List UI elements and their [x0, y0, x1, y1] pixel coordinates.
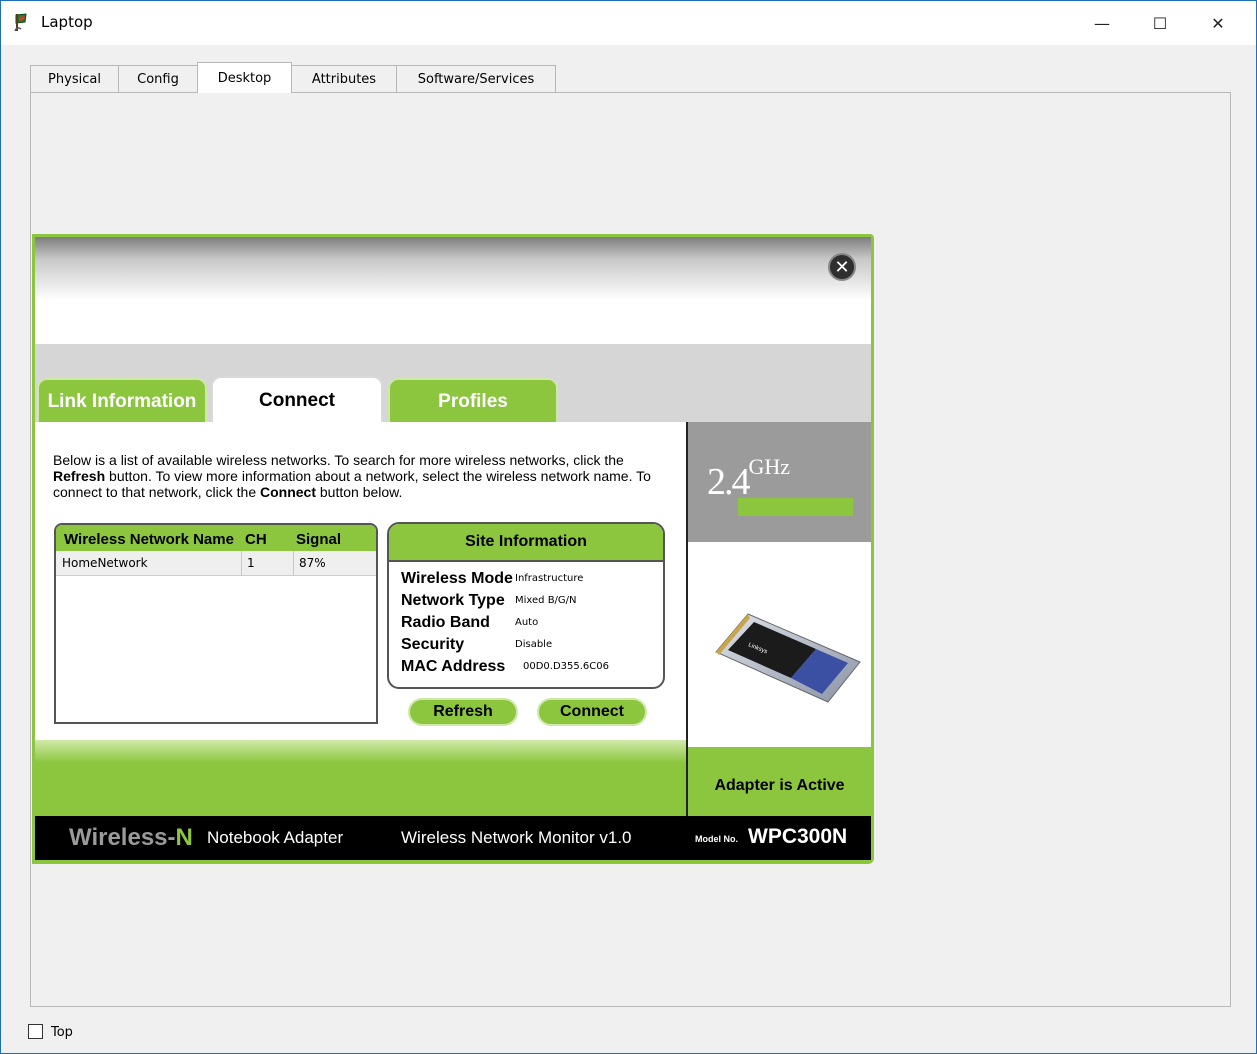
product-name: Notebook Adapter — [207, 828, 344, 847]
window-title: Laptop — [41, 13, 93, 31]
band-label: 2.4GHz — [707, 454, 791, 503]
network-type-row: Network Type Mixed B/G/N — [401, 592, 577, 609]
top-checkbox-label: Top — [51, 1025, 73, 1040]
maximize-button[interactable]: ☐ — [1131, 1, 1189, 45]
tab-desktop[interactable]: Desktop — [197, 62, 292, 93]
status-band — [35, 740, 686, 816]
mac-address-row: MAC Address 00D0.D355.6C06 — [401, 658, 610, 675]
wireless-monitor: ✕ Link Information Connect Profiles Belo… — [32, 234, 874, 864]
title-bar: Laptop — ☐ ✕ — [1, 1, 1256, 45]
connect-button[interactable]: Connect — [537, 698, 647, 726]
app-window: Laptop — ☐ ✕ Physical Config Desktop Att… — [0, 0, 1257, 1054]
col-signal: Signal — [296, 531, 342, 548]
security-row: Security Disable — [401, 636, 553, 653]
close-icon: ✕ — [1211, 13, 1225, 33]
adapter-status-text: Adapter is Active — [714, 777, 845, 794]
laptop-app-icon — [13, 11, 35, 33]
band-badge: 2.4GHz — [688, 422, 871, 542]
tab-software-services[interactable]: Software/Services — [396, 65, 556, 92]
network-row[interactable]: HomeNetwork 1 87% — [56, 551, 376, 576]
monitor-close-button[interactable]: ✕ — [828, 253, 856, 281]
adapter-status: Adapter is Active — [688, 747, 871, 816]
monitor-footer: Wireless-N Notebook Adapter Wireless Net… — [35, 816, 871, 860]
tab-physical[interactable]: Physical — [30, 65, 119, 92]
close-window-button[interactable]: ✕ — [1189, 1, 1247, 45]
refresh-button[interactable]: Refresh — [408, 698, 518, 726]
network-channel: 1 — [247, 556, 255, 570]
tab-profiles[interactable]: Profiles — [388, 378, 558, 423]
site-information-panel: Site Information Wireless Mode Infrastru… — [387, 522, 665, 689]
brand-wireless: Wireless-N — [69, 824, 193, 851]
col-channel: CH — [245, 531, 267, 548]
col-network-name: Wireless Network Name — [64, 531, 234, 548]
monitor-header: ✕ — [35, 237, 871, 347]
minimize-icon: — — [1094, 13, 1110, 33]
maximize-icon: ☐ — [1152, 13, 1168, 33]
network-list-header: Wireless Network Name CH Signal — [56, 525, 376, 551]
tab-config[interactable]: Config — [118, 65, 198, 92]
adapter-sidebar: 2.4GHz Linksys Adapter is Active — [688, 422, 871, 816]
wireless-mode-row: Wireless Mode Infrastructure — [401, 570, 584, 587]
radio-band-row: Radio Band Auto — [401, 614, 539, 631]
network-list: Wireless Network Name CH Signal HomeNetw… — [54, 523, 378, 724]
tab-attributes[interactable]: Attributes — [291, 65, 397, 92]
top-checkbox[interactable] — [28, 1024, 43, 1039]
tab-connect[interactable]: Connect — [211, 376, 383, 424]
adapter-card-image: Linksys — [688, 542, 871, 747]
close-icon: ✕ — [834, 256, 850, 278]
model-number: WPC300N — [748, 825, 848, 848]
tab-link-information[interactable]: Link Information — [37, 378, 207, 423]
site-information-title: Site Information — [389, 524, 663, 562]
monitor-name: Wireless Network Monitor v1.0 — [401, 828, 632, 847]
model-label: Model No. — [695, 834, 738, 844]
network-signal: 87% — [299, 556, 326, 570]
minimize-button[interactable]: — — [1073, 1, 1131, 45]
network-name: HomeNetwork — [62, 556, 148, 570]
instructions-text: Below is a list of available wireless ne… — [53, 452, 651, 500]
